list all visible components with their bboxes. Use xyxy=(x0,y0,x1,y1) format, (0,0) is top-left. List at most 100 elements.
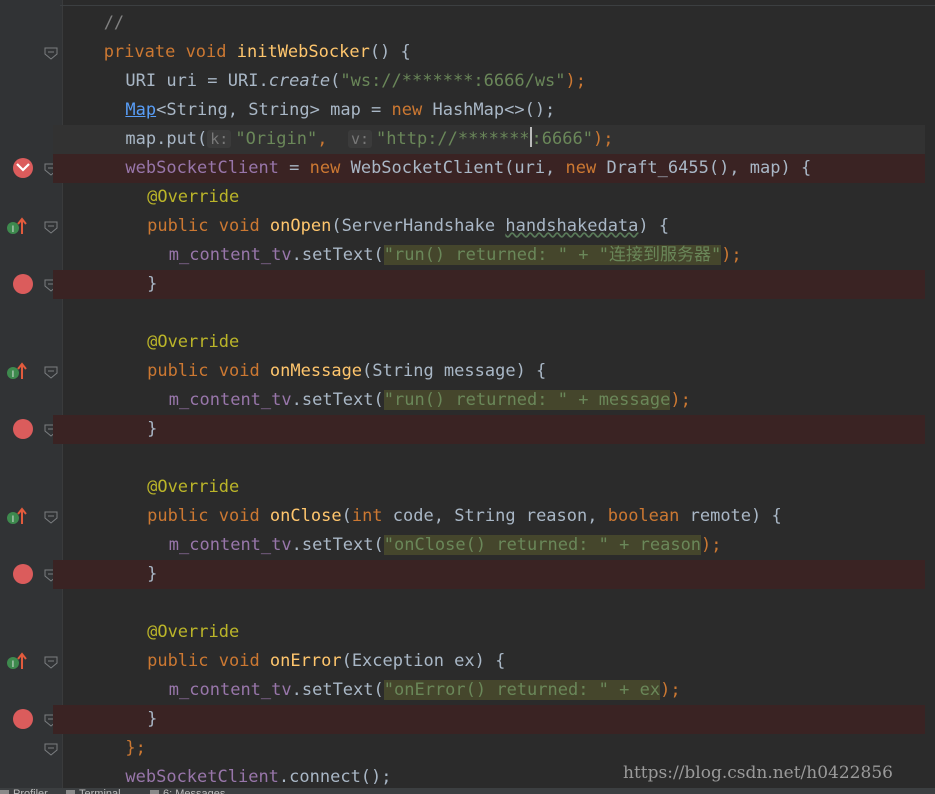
tool-window-profiler[interactable]: Profiler xyxy=(0,788,48,794)
code-line[interactable]: Map<String, String> map = new HashMap<>(… xyxy=(125,96,555,125)
code-token: :6666" xyxy=(531,129,593,149)
code-line[interactable]: // xyxy=(104,9,124,38)
tool-window-6-messages[interactable]: 6: Messages xyxy=(150,788,225,794)
code-line[interactable]: } xyxy=(147,705,157,734)
code-token: ) { xyxy=(638,216,670,236)
code-line[interactable]: @Override xyxy=(147,618,239,647)
code-line[interactable]: webSocketClient = new WebSocketClient(ur… xyxy=(125,154,811,183)
code-line[interactable]: m_content_tv.setText("run() returned: " … xyxy=(169,241,742,270)
code-token: (ServerHandshake xyxy=(331,216,506,236)
svg-text:I: I xyxy=(12,370,15,380)
code-line[interactable]: map.put(k: "Origin", v: "http://*******:66… xyxy=(125,125,613,154)
editor-gutter[interactable]: I I I I xyxy=(0,0,63,794)
code-token: () { xyxy=(369,42,411,62)
code-token: .setText( xyxy=(291,535,384,555)
code-line[interactable]: public void onMessage(String message) { xyxy=(147,357,546,386)
code-token: + ex xyxy=(619,680,661,700)
code-line[interactable]: public void onClose(int code, String rea… xyxy=(147,502,782,531)
code-line[interactable]: public void onError(Exception ex) { xyxy=(147,647,505,676)
breakpoint-checked-icon[interactable] xyxy=(13,158,33,178)
breakpoint-icon[interactable] xyxy=(13,564,33,584)
fold-marker-icon[interactable] xyxy=(44,45,58,60)
code-token: (Exception ex) { xyxy=(341,651,506,671)
breakpoint-line-highlight xyxy=(53,560,925,589)
code-line[interactable]: } xyxy=(147,270,157,299)
bottom-tool-window-bar: Profiler Terminal 6: Messages xyxy=(0,788,935,794)
breakpoint-icon[interactable] xyxy=(13,419,33,439)
code-token: , xyxy=(317,129,348,149)
parameter-hint: k: xyxy=(207,130,232,148)
code-token: .setText( xyxy=(291,245,384,265)
code-token: m_content_tv xyxy=(168,680,292,700)
code-token: @Override xyxy=(147,622,240,642)
code-token: onMessage xyxy=(269,361,363,381)
code-line[interactable]: m_content_tv.setText("run() returned: " … xyxy=(169,386,691,415)
svg-text:I: I xyxy=(12,225,15,235)
breakpoint-line-highlight xyxy=(53,705,925,734)
code-line[interactable]: }; xyxy=(125,734,145,763)
code-token: ); xyxy=(592,129,614,149)
breakpoint-line-highlight xyxy=(53,270,925,299)
fold-marker-icon[interactable] xyxy=(44,509,58,524)
code-line[interactable]: @Override xyxy=(147,328,239,357)
implements-method-icon[interactable]: I xyxy=(6,361,28,381)
code-token: m_content_tv xyxy=(168,245,292,265)
code-line[interactable]: @Override xyxy=(147,183,239,212)
code-line[interactable]: } xyxy=(147,415,157,444)
code-line[interactable]: @Override xyxy=(147,473,239,502)
code-token: public void xyxy=(147,506,270,526)
implements-method-icon[interactable]: I xyxy=(6,506,28,526)
svg-text:I: I xyxy=(12,515,15,525)
code-line[interactable]: private void initWebSocker() { xyxy=(104,38,411,67)
code-token: URI uri = URI. xyxy=(125,71,269,91)
code-token: onError xyxy=(269,651,342,671)
code-token: Draft_6455(), map) { xyxy=(606,158,812,178)
code-token: WebSocketClient(uri, xyxy=(350,158,566,178)
code-token: webSocketClient xyxy=(125,158,279,178)
code-token: m_content_tv xyxy=(168,390,292,410)
code-token: ); xyxy=(701,535,722,555)
code-token: .connect(); xyxy=(278,767,392,787)
code-editor[interactable]: //private void initWebSocker() {URI uri … xyxy=(53,0,935,794)
code-token: public void xyxy=(147,651,270,671)
tool-window-terminal[interactable]: Terminal xyxy=(66,788,121,794)
code-token: } xyxy=(147,709,158,729)
code-token: private void xyxy=(103,42,237,62)
terminal-icon xyxy=(66,789,75,794)
implements-method-icon[interactable]: I xyxy=(6,216,28,236)
code-token: create xyxy=(268,71,331,91)
code-token: <String, String> map = xyxy=(156,100,392,120)
code-token: "ws://*******:6666/ws" xyxy=(340,71,566,91)
code-token: map.put( xyxy=(125,129,208,149)
breakpoint-icon[interactable] xyxy=(13,709,33,729)
tool-window-label: 6: Messages xyxy=(163,788,226,794)
code-token: new xyxy=(565,158,607,178)
code-token: .setText( xyxy=(291,390,384,410)
code-token: "Origin" xyxy=(235,129,318,149)
code-line[interactable]: public void onOpen(ServerHandshake hands… xyxy=(147,212,669,241)
code-token: ); xyxy=(721,245,742,265)
fold-marker-icon[interactable] xyxy=(44,219,58,234)
breakpoint-icon[interactable] xyxy=(13,274,33,294)
code-token: "onClose() returned: " xyxy=(383,535,620,555)
code-line[interactable]: m_content_tv.setText("onError() returned… xyxy=(169,676,681,705)
code-token: "run() returned: " xyxy=(383,245,579,265)
watermark-text: https://blog.csdn.net/h0422856 xyxy=(623,763,893,783)
parameter-hint: v: xyxy=(347,130,373,148)
code-line[interactable]: URI uri = URI.create("ws://*******:6666/… xyxy=(125,67,586,96)
fold-marker-icon[interactable] xyxy=(44,654,58,669)
fold-marker-icon[interactable] xyxy=(44,741,58,756)
code-token: int xyxy=(351,506,393,526)
code-token: } xyxy=(147,274,158,294)
code-token: ); xyxy=(660,680,681,700)
code-token: } xyxy=(147,419,158,439)
code-line[interactable]: m_content_tv.setText("onClose() returned… xyxy=(169,531,722,560)
code-line[interactable]: } xyxy=(147,560,157,589)
code-token: onOpen xyxy=(269,216,332,236)
fold-marker-icon[interactable] xyxy=(44,364,58,379)
code-token: new xyxy=(391,100,433,120)
code-token: @Override xyxy=(147,332,240,352)
tool-window-label: Profiler xyxy=(13,788,48,794)
code-token: webSocketClient xyxy=(125,767,279,787)
implements-method-icon[interactable]: I xyxy=(6,651,28,671)
